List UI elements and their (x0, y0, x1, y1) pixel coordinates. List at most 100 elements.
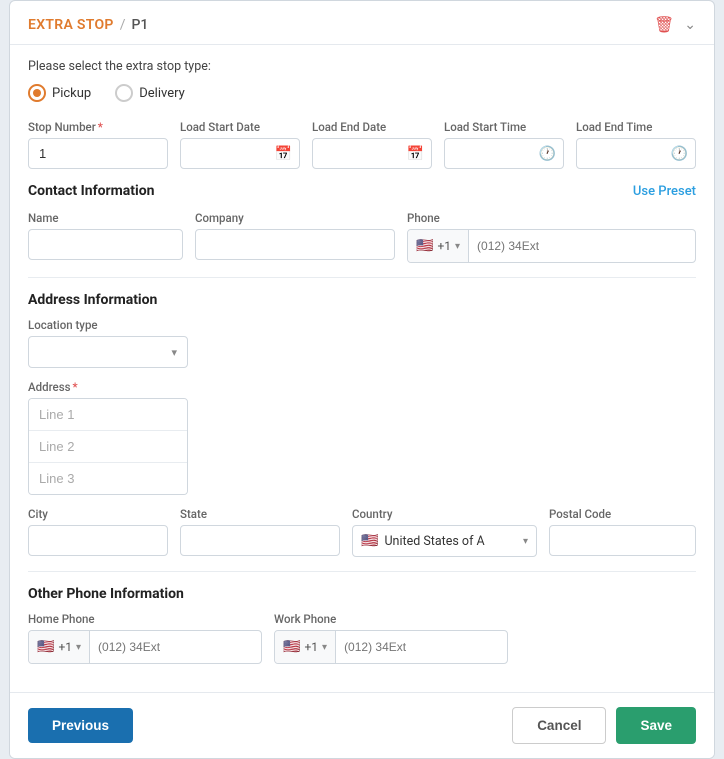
address-line1-input[interactable] (29, 399, 187, 431)
header-right: 🗑 ⌄ (654, 15, 696, 34)
work-phone-input-group: 🇺🇸 +1 ▾ (274, 630, 508, 664)
address-line2-input[interactable] (29, 431, 187, 463)
location-type-chevron-icon: ▾ (171, 346, 177, 359)
country-flag: 🇺🇸 (361, 533, 378, 549)
country-select[interactable]: 🇺🇸 United States of A ▾ (352, 525, 537, 557)
modal-header: EXTRA STOP / P1 🗑 ⌄ (10, 1, 714, 45)
phone-input[interactable] (469, 233, 695, 259)
stop-number-group: Stop Number* (28, 120, 168, 169)
name-input[interactable] (28, 229, 183, 260)
use-preset-button[interactable]: Use Preset (633, 184, 696, 199)
footer-right: Cancel Save (512, 707, 696, 744)
home-phone-flag: 🇺🇸 (37, 639, 54, 655)
work-phone-chevron-icon: ▾ (322, 642, 327, 653)
header-subtitle: P1 (131, 17, 148, 33)
load-start-time-input[interactable] (444, 138, 564, 169)
stop-type-label: Please select the extra stop type: (28, 59, 696, 74)
load-end-date-input[interactable] (312, 138, 432, 169)
company-label: Company (195, 211, 395, 225)
load-end-time-input-wrapper: 🕐 (576, 138, 696, 169)
load-start-time-group: Load Start Time 🕐 (444, 120, 564, 169)
chevron-down-icon[interactable]: ⌄ (684, 17, 696, 33)
radio-delivery[interactable]: Delivery (115, 84, 185, 102)
name-group: Name (28, 211, 183, 260)
home-phone-label: Home Phone (28, 612, 262, 626)
work-phone-label: Work Phone (274, 612, 508, 626)
load-end-date-label: Load End Date (312, 120, 432, 134)
state-group: State (180, 507, 340, 556)
contact-divider (28, 277, 696, 278)
location-type-label: Location type (28, 318, 188, 332)
city-group: City (28, 507, 168, 556)
load-start-date-input[interactable] (180, 138, 300, 169)
work-phone-group: Work Phone 🇺🇸 +1 ▾ (274, 612, 508, 664)
delete-icon[interactable]: 🗑 (654, 15, 674, 34)
phone-code: +1 (437, 239, 451, 253)
phone-flag: 🇺🇸 (416, 238, 433, 254)
cancel-button[interactable]: Cancel (512, 707, 606, 744)
load-start-date-label: Load Start Date (180, 120, 300, 134)
radio-pickup[interactable]: Pickup (28, 84, 91, 102)
work-phone-input[interactable] (336, 634, 507, 660)
load-end-time-label: Load End Time (576, 120, 696, 134)
postal-code-group: Postal Code (549, 507, 696, 556)
phone-flag-select[interactable]: 🇺🇸 +1 ▾ (408, 230, 469, 262)
load-start-date-group: Load Start Date 📅 (180, 120, 300, 169)
phone-label: Phone (407, 211, 696, 225)
state-label: State (180, 507, 340, 521)
contact-row: Name Company Phone 🇺🇸 +1 ▾ (28, 211, 696, 263)
phone-input-group: 🇺🇸 +1 ▾ (407, 229, 696, 263)
postal-code-input[interactable] (549, 525, 696, 556)
load-end-time-input[interactable] (576, 138, 696, 169)
save-button[interactable]: Save (616, 707, 696, 744)
load-end-time-group: Load End Time 🕐 (576, 120, 696, 169)
company-group: Company (195, 211, 395, 260)
stop-type-radio-group: Pickup Delivery (28, 84, 696, 102)
city-input[interactable] (28, 525, 168, 556)
contact-section-header: Contact Information Use Preset (28, 183, 696, 199)
location-type-select[interactable]: ▾ (28, 336, 188, 368)
load-start-time-label: Load Start Time (444, 120, 564, 134)
other-phone-row: Home Phone 🇺🇸 +1 ▾ Work Phone 🇺🇸 +1 (28, 612, 696, 664)
modal-body: Please select the extra stop type: Picku… (10, 45, 714, 692)
address-section-title: Address Information (28, 292, 696, 308)
city-state-row: City State Country 🇺🇸 United States of A… (28, 507, 696, 557)
home-phone-input-group: 🇺🇸 +1 ▾ (28, 630, 262, 664)
address-group: Address* (28, 380, 188, 495)
radio-pickup-circle (28, 84, 46, 102)
other-phone-section-title: Other Phone Information (28, 586, 696, 602)
location-type-group: Location type ▾ (28, 318, 188, 368)
state-input[interactable] (180, 525, 340, 556)
home-phone-group: Home Phone 🇺🇸 +1 ▾ (28, 612, 262, 664)
address-label: Address* (28, 380, 188, 394)
dates-row: Stop Number* Load Start Date 📅 Load End … (28, 120, 696, 169)
address-line3-input[interactable] (29, 463, 187, 494)
address-required: * (73, 380, 78, 394)
phone-group: Phone 🇺🇸 +1 ▾ (407, 211, 696, 263)
extra-stop-modal: EXTRA STOP / P1 🗑 ⌄ Please select the ex… (9, 0, 715, 759)
home-phone-code: +1 (58, 640, 72, 654)
home-phone-chevron-icon: ▾ (76, 642, 81, 653)
load-end-date-group: Load End Date 📅 (312, 120, 432, 169)
company-input[interactable] (195, 229, 395, 260)
city-label: City (28, 507, 168, 521)
header-left: EXTRA STOP / P1 (28, 17, 148, 33)
home-phone-input[interactable] (90, 634, 261, 660)
stop-number-input[interactable] (28, 138, 168, 169)
header-separator: / (120, 17, 126, 33)
work-phone-flag-select[interactable]: 🇺🇸 +1 ▾ (275, 631, 336, 663)
name-label: Name (28, 211, 183, 225)
postal-code-label: Postal Code (549, 507, 696, 521)
country-value: United States of A (384, 534, 517, 549)
country-group: Country 🇺🇸 United States of A ▾ (352, 507, 537, 557)
radio-delivery-circle (115, 84, 133, 102)
country-label: Country (352, 507, 537, 521)
radio-delivery-label: Delivery (139, 86, 185, 101)
stop-number-required: * (98, 120, 103, 134)
home-phone-flag-select[interactable]: 🇺🇸 +1 ▾ (29, 631, 90, 663)
load-start-time-input-wrapper: 🕐 (444, 138, 564, 169)
work-phone-code: +1 (304, 640, 318, 654)
previous-button[interactable]: Previous (28, 708, 133, 743)
radio-pickup-dot (33, 89, 41, 97)
work-phone-flag: 🇺🇸 (283, 639, 300, 655)
